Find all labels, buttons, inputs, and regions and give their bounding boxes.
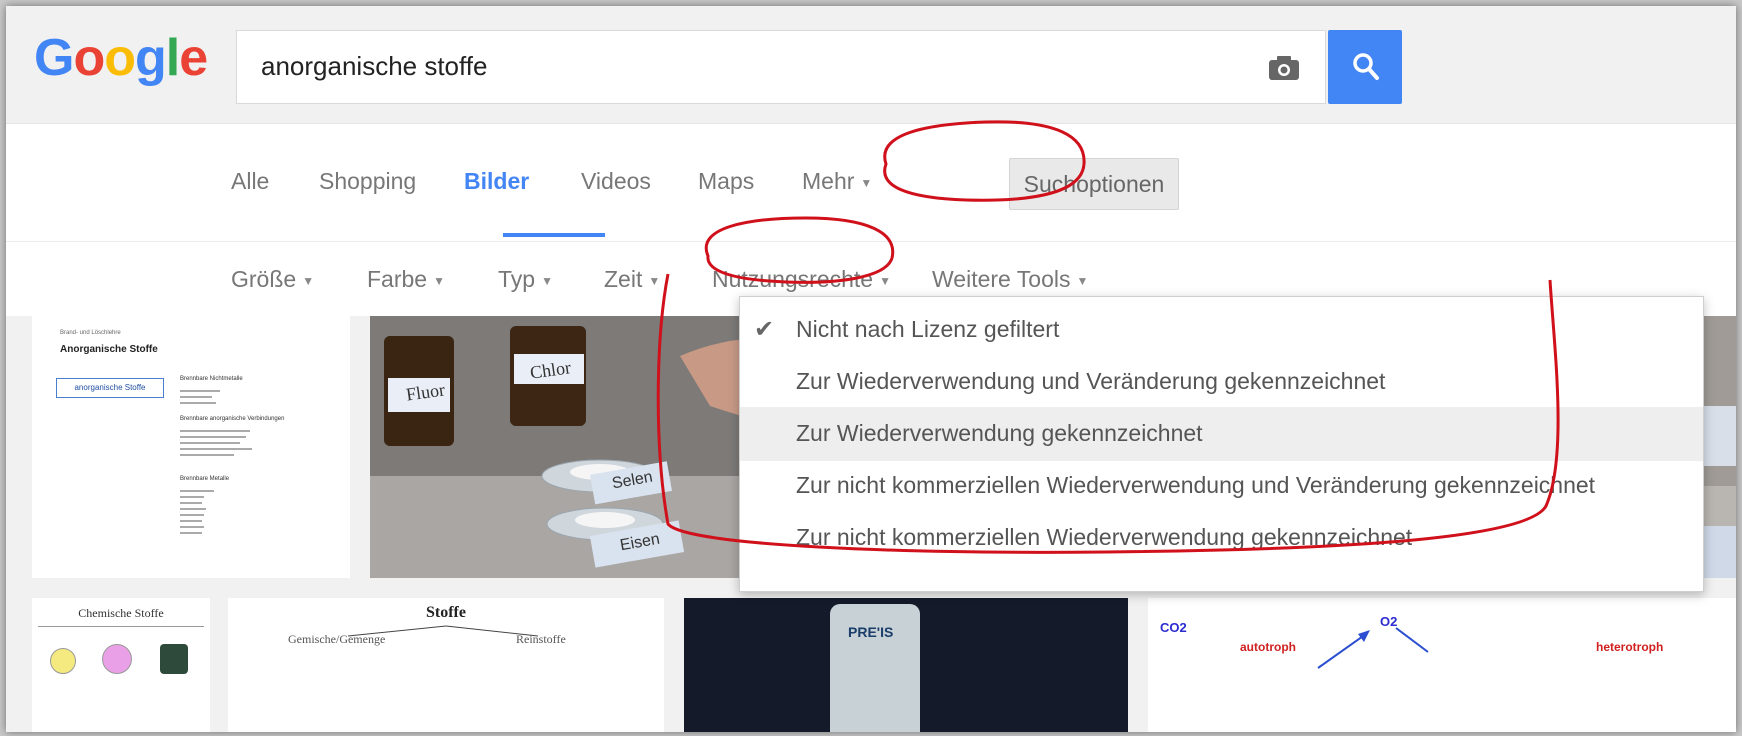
usage-option-noncommercial-reuse[interactable]: Zur nicht kommerziellen Wiederverwendung…: [740, 511, 1703, 565]
active-tab-indicator: [503, 233, 605, 237]
search-options-button[interactable]: Suchoptionen: [1009, 158, 1179, 210]
usage-rights-dropdown: ✔ Nicht nach Lizenz gefiltert Zur Wieder…: [739, 296, 1704, 592]
tool-nutzungsrechte[interactable]: Nutzungsrechte ▼: [712, 266, 891, 293]
diagram-circle: [50, 648, 76, 674]
thumb-text-lines: [180, 386, 240, 408]
checkmark-icon: ✔: [754, 316, 775, 343]
chevron-down-icon: ▼: [1076, 273, 1089, 288]
chevron-down-icon: ▼: [302, 273, 315, 288]
thumb-tag: anorganische Stoffe: [56, 378, 164, 398]
product-brand: PRE'IS: [848, 624, 894, 640]
diagram-box: [160, 644, 188, 674]
diagram-arrows: [1317, 627, 1429, 669]
logo-letter: o: [104, 29, 136, 87]
thumb-section: Brennbare Metalle: [180, 476, 230, 482]
tool-label: Farbe: [367, 266, 428, 292]
tab-shopping[interactable]: Shopping: [319, 168, 416, 195]
usage-option-label: Nicht nach Lizenz gefiltert: [796, 316, 1060, 342]
chevron-down-icon: ▼: [541, 273, 553, 288]
thumb-title: Anorganische Stoffe: [60, 344, 158, 355]
tab-bilder[interactable]: Bilder: [464, 168, 529, 195]
result-thumbnail[interactable]: Stoffe Gemische/Gemenge Reinstoffe: [228, 598, 664, 732]
tool-farbe[interactable]: Farbe ▼: [367, 266, 445, 293]
camera-icon[interactable]: [1267, 55, 1301, 81]
browser-window: Google anorganische stoffe Alle Shopping…: [6, 6, 1736, 732]
thumb-section: Brennbare anorganische Verbindungen: [180, 416, 285, 422]
thumb-divider: [38, 626, 204, 627]
tool-zeit[interactable]: Zeit ▼: [604, 266, 660, 293]
tree-node: Gemische/Gemenge: [288, 632, 386, 646]
diagram-label: heterotroph: [1596, 640, 1664, 654]
result-thumbnail[interactable]: Chemische Stoffe: [32, 598, 210, 732]
tool-label: Typ: [498, 266, 536, 292]
chevron-down-icon: ▼: [860, 175, 873, 190]
search-button[interactable]: [1328, 30, 1402, 104]
result-thumbnail[interactable]: PRE'IS: [684, 598, 1128, 732]
search-icon: [1352, 52, 1380, 82]
thumb-title: Chemische Stoffe: [78, 606, 164, 620]
diagram-label: O2: [1380, 614, 1398, 629]
logo-letter: G: [34, 29, 74, 87]
logo-letter: l: [165, 29, 180, 87]
nav-tabs-bar: Alle Shopping Bilder Videos Maps Mehr ▼ S…: [6, 124, 1736, 242]
usage-option-label: Zur Wiederverwendung gekennzeichnet: [796, 420, 1203, 446]
thumb-section: Brennbare Nichtmetalle: [180, 376, 243, 382]
thumb-text-lines: [180, 486, 220, 538]
chevron-down-icon: ▼: [648, 273, 661, 288]
thumb-small-title: Brand- und Löschlehre: [60, 330, 121, 336]
logo-letter: g: [134, 29, 167, 87]
usage-option-noncommercial-reuse-modify[interactable]: Zur nicht kommerziellen Wiederverwendung…: [740, 459, 1703, 513]
tool-groesse[interactable]: Größe ▼: [231, 266, 314, 293]
tool-typ[interactable]: Typ ▼: [498, 266, 553, 293]
usage-option-reuse-modify[interactable]: Zur Wiederverwendung und Veränderung gek…: [740, 355, 1703, 409]
result-thumbnail[interactable]: CO2 autotroph O2 heterotroph: [1148, 598, 1736, 732]
usage-option-label: Zur Wiederverwendung und Veränderung gek…: [796, 368, 1386, 394]
tool-weitere-tools[interactable]: Weitere Tools ▼: [932, 266, 1088, 293]
usage-option-none[interactable]: ✔ Nicht nach Lizenz gefiltert: [740, 303, 1703, 357]
diagram-circle: [102, 644, 132, 674]
tab-alle[interactable]: Alle: [231, 168, 269, 195]
chevron-down-icon: ▼: [433, 273, 445, 288]
google-logo[interactable]: Google: [34, 28, 208, 88]
logo-letter: e: [179, 29, 208, 87]
logo-letter: o: [73, 29, 105, 87]
thumb-text-lines: [180, 426, 260, 460]
search-input[interactable]: anorganische stoffe: [236, 30, 1326, 104]
tab-videos[interactable]: Videos: [581, 168, 651, 195]
tab-mehr[interactable]: Mehr ▼: [802, 168, 872, 195]
tab-maps[interactable]: Maps: [698, 168, 754, 195]
tool-label: Zeit: [604, 266, 643, 292]
usage-option-reuse[interactable]: Zur Wiederverwendung gekennzeichnet: [740, 407, 1703, 461]
usage-option-label: Zur nicht kommerziellen Wiederverwendung…: [796, 524, 1413, 550]
tool-label: Nutzungsrechte: [712, 266, 874, 292]
chevron-down-icon: ▼: [879, 273, 891, 288]
tree-node: Reinstoffe: [516, 632, 566, 646]
search-header: Google anorganische stoffe: [6, 6, 1736, 124]
tool-label: Größe: [231, 266, 297, 292]
result-thumbnail[interactable]: Brand- und Löschlehre Anorganische Stoff…: [32, 316, 350, 578]
tree-lines: [347, 625, 539, 637]
tab-mehr-label: Mehr: [802, 168, 855, 194]
tool-label: Weitere Tools: [932, 266, 1071, 292]
usage-option-label: Zur nicht kommerziellen Wiederverwendung…: [796, 472, 1596, 498]
search-query-text[interactable]: anorganische stoffe: [261, 51, 487, 82]
